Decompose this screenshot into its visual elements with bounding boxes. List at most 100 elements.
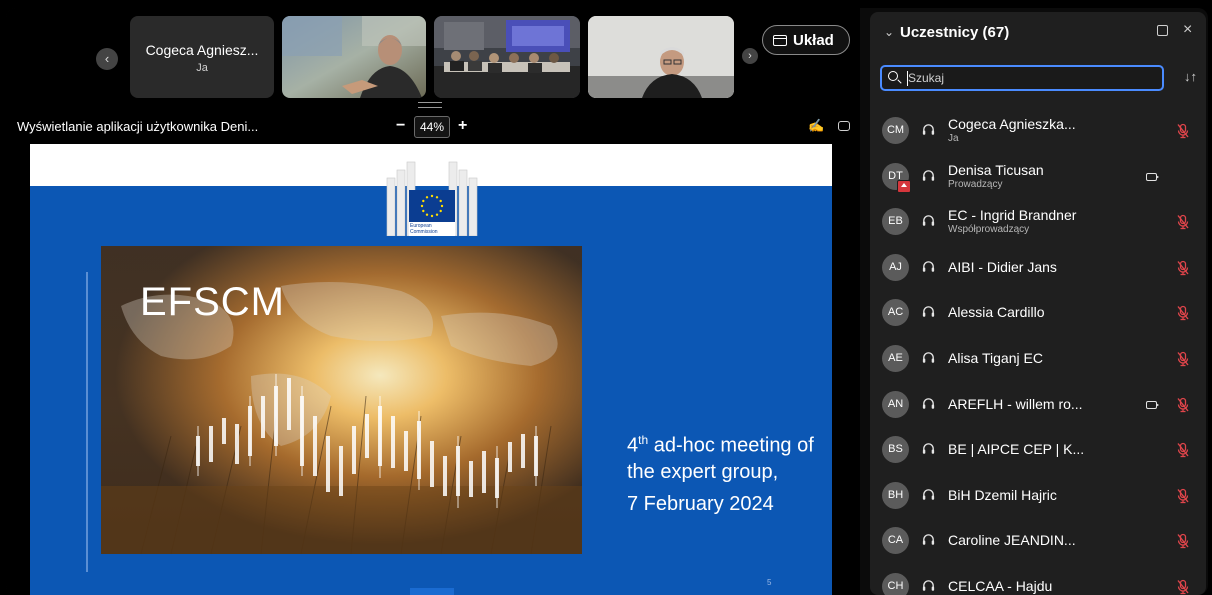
participant-role: Ja <box>948 133 959 144</box>
headset-icon <box>922 443 935 454</box>
headset-icon <box>922 397 935 409</box>
meeting-number: 4 <box>627 434 639 457</box>
headset-icon <box>922 306 935 318</box>
slide-hero-image: EFSCM <box>101 246 582 554</box>
participants-header: ⌄ Uczestnicy (67) × <box>870 12 1206 52</box>
search-icon <box>888 71 898 81</box>
share-title: Wyświetlanie aplikacji użytkownika Deni.… <box>17 119 259 134</box>
mic-muted-icon[interactable] <box>1176 351 1190 367</box>
participant-row[interactable]: CH CELCAA - Hajdu <box>870 564 1206 595</box>
mic-muted-icon[interactable] <box>1176 488 1190 504</box>
participant-row[interactable]: CA Caroline JEANDIN... <box>870 518 1206 564</box>
participant-row[interactable]: BS BE | AIPCE CEP | K... <box>870 427 1206 473</box>
meeting-window: ‹ Cogeca Agniesz... Ja › Układ Wyświetla… <box>6 8 1208 595</box>
participant-role: Współprowadzący <box>948 224 1030 236</box>
mic-muted-icon[interactable] <box>1176 214 1190 230</box>
popout-icon[interactable] <box>1157 25 1168 36</box>
share-toolbar: Wyświetlanie aplikacji użytkownika Deni.… <box>6 112 860 140</box>
participant-video <box>588 16 734 98</box>
participants-panel: ⌄ Uczestnicy (67) × ↓↑ CM Cogeca Agnieszk… <box>870 12 1206 595</box>
participant-video-tile[interactable] <box>282 16 426 98</box>
avatar: AC <box>882 299 909 327</box>
headset-icon <box>922 534 935 546</box>
mic-muted-icon[interactable] <box>1176 305 1190 321</box>
avatar: CH <box>882 572 909 595</box>
avatar: CM <box>882 117 909 144</box>
participant-video <box>282 16 426 98</box>
participant-name: Denisa Ticusan <box>948 161 1044 178</box>
title-line-1-text: ad-hoc meeting of <box>648 434 814 457</box>
participant-name: Alessia Cardillo <box>948 304 1045 321</box>
avatar: AE <box>882 344 909 372</box>
headset-icon <box>922 261 935 272</box>
participant-name: AREFLH - willem ro... <box>948 395 1083 412</box>
annotate-icon[interactable]: ✍ <box>808 118 824 134</box>
chat-bubble-icon[interactable] <box>838 121 850 131</box>
chevron-left-icon[interactable]: ‹ <box>96 48 118 70</box>
participant-list: CM Cogeca Agnieszka... Ja DT Denisa Ticusan P… <box>870 108 1206 595</box>
headset-icon <box>922 169 935 181</box>
participant-row[interactable]: AC Alessia Cardillo <box>870 290 1206 336</box>
avatar: BH <box>882 481 909 509</box>
participant-name: BE | AIPCE CEP | K... <box>948 441 1085 458</box>
mic-muted-icon[interactable] <box>1176 533 1190 549</box>
sort-icon[interactable]: ↓↑ <box>1184 69 1197 84</box>
avatar: BS <box>882 436 909 464</box>
participant-name: BiH Dzemil Hajric <box>948 486 1057 503</box>
mic-muted-icon[interactable] <box>1176 123 1190 139</box>
participant-name: Cogeca Agnieszka... <box>948 116 1076 132</box>
zoom-out-button[interactable]: − <box>396 117 405 135</box>
logo-text-line: Commission <box>410 229 438 235</box>
meeting-stage: ‹ Cogeca Agniesz... Ja › Układ Wyświetla… <box>6 8 860 595</box>
participant-row[interactable]: DT Denisa Ticusan Prowadzący <box>870 154 1206 200</box>
collapse-chevron-icon[interactable]: ⌄ <box>884 25 894 39</box>
camera-icon[interactable] <box>1146 400 1159 409</box>
participant-video-tile[interactable] <box>434 16 580 98</box>
layout-button[interactable]: Układ <box>762 25 850 55</box>
participant-row[interactable]: BH BiH Dzemil Hajric <box>870 473 1206 519</box>
close-icon[interactable]: × <box>1183 21 1192 39</box>
resize-drag-handle[interactable] <box>418 102 442 108</box>
slide-page-number: 5 <box>767 578 772 587</box>
headset-icon <box>922 215 935 226</box>
participant-row[interactable]: AJ AIBI - Didier Jans <box>870 245 1206 291</box>
screen-share-badge-icon <box>897 179 911 193</box>
slide-title-line-1: 4th ad-hoc meeting of <box>627 427 814 459</box>
participant-video <box>434 16 580 98</box>
layout-button-label: Układ <box>793 32 834 49</box>
zoom-level[interactable]: 44% <box>414 116 450 138</box>
avatar: AJ <box>882 253 909 281</box>
logo-text: European Commission <box>410 223 438 235</box>
participant-role: Prowadzący <box>948 178 1003 190</box>
headset-icon <box>922 489 935 500</box>
chevron-right-icon[interactable]: › <box>742 48 758 64</box>
participant-row[interactable]: AE Alisa Tiganj EC <box>870 336 1206 382</box>
participant-search[interactable] <box>880 65 1164 91</box>
mic-muted-icon[interactable] <box>1176 260 1190 276</box>
participant-row[interactable]: EB EC - Ingrid Brandner Współprowadzący <box>870 199 1206 245</box>
shared-slide: European Commission EFSCM 4th ad-hoc mee… <box>30 144 832 595</box>
participant-name: AIBI - Didier Jans <box>948 258 1057 275</box>
participant-name: CELCAA - Hajdu <box>948 577 1053 594</box>
self-tile-name: Cogeca Agniesz... <box>145 42 259 58</box>
layout-icon <box>773 35 787 46</box>
headset-icon <box>922 580 935 591</box>
participant-row[interactable]: CM Cogeca Agnieszka... Ja <box>870 108 1206 154</box>
ordinal-suffix: th <box>638 433 649 447</box>
self-video-tile[interactable]: Cogeca Agniesz... Ja <box>130 16 274 98</box>
slide-bottom-tab <box>410 588 454 595</box>
avatar: EB <box>882 208 909 236</box>
slide-divider <box>86 272 88 572</box>
video-filmstrip: ‹ Cogeca Agniesz... Ja › Układ <box>6 8 860 108</box>
camera-icon[interactable] <box>1146 172 1159 181</box>
avatar: AN <box>882 390 909 418</box>
search-input[interactable] <box>908 69 1148 87</box>
participant-video-tile[interactable] <box>588 16 734 98</box>
mic-muted-icon[interactable] <box>1176 397 1190 413</box>
mic-muted-icon[interactable] <box>1176 442 1190 458</box>
participant-name: EC - Ingrid Brandner <box>948 207 1077 224</box>
participant-row[interactable]: AN AREFLH - willem ro... <box>870 382 1206 428</box>
mic-muted-icon[interactable] <box>1176 579 1190 595</box>
zoom-in-button[interactable]: + <box>458 117 467 135</box>
slide-title-line-2: the expert group, <box>627 460 779 483</box>
